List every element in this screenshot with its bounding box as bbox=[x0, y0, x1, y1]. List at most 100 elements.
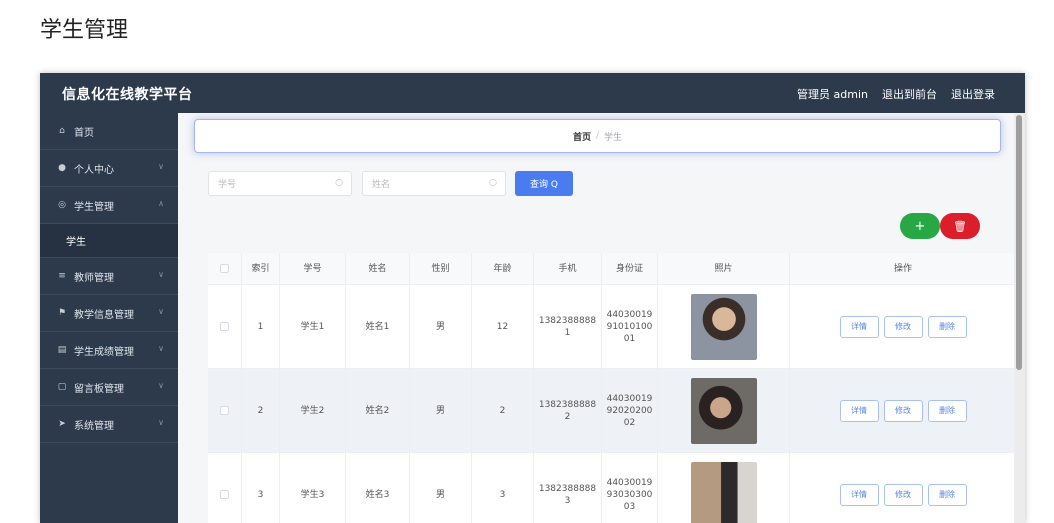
cell-xuehao: 学生1 bbox=[280, 285, 346, 368]
detail-button[interactable]: 详情 bbox=[839, 315, 879, 338]
table-row: 2 学生2 姓名2 男 2 13823888882 44030019920202… bbox=[208, 369, 1016, 453]
globe-icon: ◎ bbox=[58, 200, 66, 210]
menu-icon: ≡ bbox=[58, 271, 66, 281]
cell-index: 2 bbox=[242, 369, 280, 452]
sidebar-item-home[interactable]: ⌂ 首页 bbox=[40, 113, 178, 150]
add-button[interactable]: + bbox=[900, 213, 940, 239]
select-all-checkbox[interactable] bbox=[208, 253, 242, 284]
row-checkbox[interactable] bbox=[208, 453, 242, 523]
sidebar-item-label: 个人中心 bbox=[74, 164, 114, 176]
header-actions: 操作 bbox=[893, 263, 912, 274]
query-button[interactable]: 查询 Q bbox=[515, 171, 573, 196]
cell-index: 3 bbox=[242, 453, 280, 523]
header-gender: 性别 bbox=[410, 253, 472, 284]
delete-selected-button[interactable]: 🗑 bbox=[940, 213, 980, 239]
student-photo bbox=[690, 377, 757, 444]
message-icon: ▢ bbox=[57, 382, 67, 392]
sidebar-item-label: 学生成绩管理 bbox=[74, 346, 134, 358]
chevron-down-icon: ∨ bbox=[158, 381, 164, 390]
sidebar-item-label: 教学信息管理 bbox=[74, 309, 134, 321]
top-links: 管理员 admin 退出到前台 退出登录 bbox=[797, 86, 995, 102]
edit-button[interactable]: 修改 bbox=[883, 483, 923, 506]
sidebar-item-system[interactable]: ➤ 系统管理 ∨ bbox=[40, 406, 178, 443]
chevron-down-icon: ∨ bbox=[158, 270, 164, 279]
cell-actions: 详情 修改 删除 bbox=[790, 369, 1016, 452]
clipboard-icon: ▤ bbox=[57, 345, 67, 355]
chevron-down-icon: ∨ bbox=[158, 344, 164, 353]
user-icon: ● bbox=[58, 163, 66, 173]
student-photo bbox=[690, 293, 757, 360]
cell-xuehao: 学生2 bbox=[280, 369, 346, 452]
sidebar: ⌂ 首页 ● 个人中心 ∨ ◎ 学生管理 ∧ 学生 ≡ 教师管理 ∨ ⚑ 教学信… bbox=[40, 113, 178, 523]
cell-phone: 13823888881 bbox=[534, 285, 602, 368]
chevron-down-icon: ∨ bbox=[158, 418, 164, 427]
sidebar-subitem-student[interactable]: 学生 bbox=[40, 224, 178, 258]
cell-phone: 13823888882 bbox=[534, 369, 602, 452]
cell-age: 12 bbox=[472, 285, 534, 368]
breadcrumb-separator: / bbox=[595, 131, 600, 141]
send-icon: ➤ bbox=[58, 419, 66, 429]
sidebar-item-label: 教师管理 bbox=[74, 272, 114, 284]
student-table: 索引 学号 姓名 性别 年龄 手机 身份证 照片 操作 1 学生1 姓名1 男 … bbox=[208, 253, 1016, 523]
cell-actions: 详情 修改 删除 bbox=[790, 285, 1016, 368]
row-checkbox[interactable] bbox=[208, 285, 242, 368]
student-photo bbox=[690, 461, 757, 523]
sidebar-item-messages[interactable]: ▢ 留言板管理 ∨ bbox=[40, 369, 178, 406]
sidebar-item-label: 留言板管理 bbox=[74, 383, 124, 395]
breadcrumb-current: 学生 bbox=[604, 132, 623, 143]
header-index: 索引 bbox=[242, 253, 280, 284]
sidebar-item-label: 首页 bbox=[74, 127, 94, 139]
cell-xuehao: 学生3 bbox=[280, 453, 346, 523]
cell-photo bbox=[658, 369, 790, 452]
delete-button[interactable]: 删除 bbox=[927, 483, 967, 506]
edit-button[interactable]: 修改 bbox=[883, 315, 923, 338]
cell-name: 姓名3 bbox=[346, 453, 410, 523]
cell-name: 姓名1 bbox=[346, 285, 410, 368]
cell-idcard: 440300199303030003 bbox=[602, 453, 658, 523]
admin-label: 管理员 admin bbox=[797, 88, 868, 101]
delete-button[interactable]: 删除 bbox=[927, 315, 967, 338]
detail-button[interactable]: 详情 bbox=[839, 399, 879, 422]
header-xuehao: 学号 bbox=[280, 253, 346, 284]
cell-idcard: 440300199202020002 bbox=[602, 369, 658, 452]
scrollbar-thumb[interactable] bbox=[1016, 115, 1022, 370]
sidebar-item-label: 系统管理 bbox=[74, 420, 114, 432]
xuehao-placeholder: 学号 bbox=[218, 180, 237, 190]
trash-icon: 🗑 bbox=[953, 219, 967, 233]
logout-link[interactable]: 退出登录 bbox=[951, 86, 995, 102]
search-icon: ○ bbox=[335, 178, 343, 188]
cell-age: 2 bbox=[472, 369, 534, 452]
cell-idcard: 440300199101010001 bbox=[602, 285, 658, 368]
header-phone: 手机 bbox=[534, 253, 602, 284]
sidebar-item-students[interactable]: ◎ 学生管理 ∧ bbox=[40, 187, 178, 224]
sidebar-item-teaching-info[interactable]: ⚑ 教学信息管理 ∨ bbox=[40, 295, 178, 332]
xuehao-search-input[interactable]: 学号 ○ bbox=[208, 171, 352, 196]
name-search-input[interactable]: 姓名 ○ bbox=[362, 171, 506, 196]
cell-photo bbox=[658, 453, 790, 523]
edit-button[interactable]: 修改 bbox=[883, 399, 923, 422]
detail-button[interactable]: 详情 bbox=[839, 483, 879, 506]
table-header: 索引 学号 姓名 性别 年龄 手机 身份证 照片 操作 bbox=[208, 253, 1016, 285]
home-icon: ⌂ bbox=[59, 126, 65, 136]
cell-age: 3 bbox=[472, 453, 534, 523]
cell-gender: 男 bbox=[410, 285, 472, 368]
cell-index: 1 bbox=[242, 285, 280, 368]
page-title: 学生管理 bbox=[40, 18, 129, 43]
exit-to-front-link[interactable]: 退出到前台 bbox=[882, 86, 937, 102]
row-checkbox[interactable] bbox=[208, 369, 242, 452]
cell-phone: 13823888883 bbox=[534, 453, 602, 523]
name-placeholder: 姓名 bbox=[372, 180, 391, 190]
chevron-down-icon: ∨ bbox=[158, 307, 164, 316]
sidebar-item-profile[interactable]: ● 个人中心 ∨ bbox=[40, 150, 178, 187]
delete-button[interactable]: 删除 bbox=[927, 399, 967, 422]
cell-actions: 详情 修改 删除 bbox=[790, 453, 1016, 523]
table-row: 1 学生1 姓名1 男 12 13823888881 4403001991010… bbox=[208, 285, 1016, 369]
cell-name: 姓名2 bbox=[346, 369, 410, 452]
breadcrumb-home[interactable]: 首页 bbox=[573, 130, 591, 143]
chevron-up-icon: ∧ bbox=[158, 199, 164, 208]
sidebar-item-teachers[interactable]: ≡ 教师管理 ∨ bbox=[40, 258, 178, 295]
search-icon: ○ bbox=[489, 178, 497, 188]
sidebar-subitem-label: 学生 bbox=[66, 237, 86, 248]
sidebar-item-grades[interactable]: ▤ 学生成绩管理 ∨ bbox=[40, 332, 178, 369]
main-content: 首页 / 学生 学号 ○ 姓名 ○ 查询 Q + 🗑 索引 学号 姓名 性别 年… bbox=[178, 113, 1025, 523]
